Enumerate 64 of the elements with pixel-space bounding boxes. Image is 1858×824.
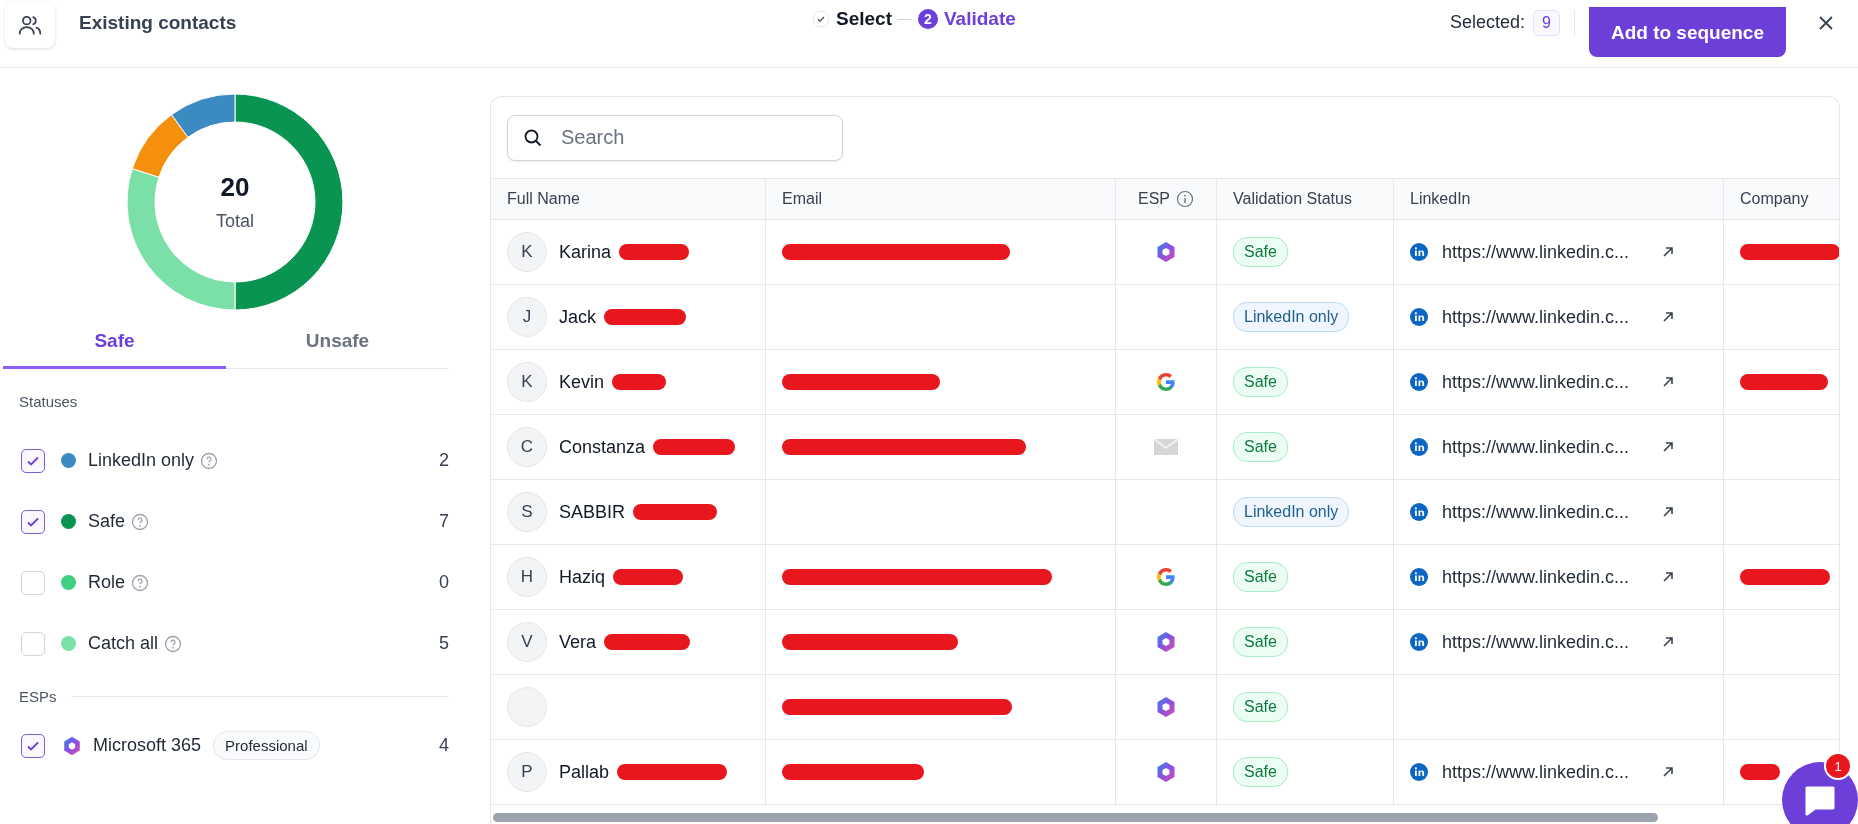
column-header: ESP (1138, 190, 1170, 208)
linkedin-link[interactable]: https://www.linkedin.c... (1442, 501, 1630, 523)
filter-tab[interactable]: Safe (3, 318, 226, 369)
selected-count: 9 (1533, 9, 1560, 36)
avatar: K (507, 232, 547, 272)
avatar: S (507, 492, 547, 532)
contact-name: SABBIR (559, 501, 626, 523)
status-badge: Safe (1233, 367, 1288, 397)
section-heading: Statuses (19, 393, 79, 410)
status-count: 5 (439, 633, 449, 654)
total-label: Total (216, 211, 254, 232)
contact-name: Jack (559, 306, 596, 328)
contact-name: Vera (559, 631, 597, 653)
avatar: V (507, 622, 547, 662)
status-count: 7 (439, 511, 449, 532)
column-header: Validation Status (1233, 190, 1352, 208)
column-header: Email (782, 190, 822, 208)
linkedin-link[interactable]: https://www.linkedin.c... (1442, 436, 1630, 458)
status-badge: Safe (1233, 757, 1288, 787)
linkedin-link[interactable]: https://www.linkedin.c... (1442, 371, 1630, 393)
add-to-sequence-button[interactable]: Add to sequence (1588, 6, 1786, 57)
contact-name: Kevin (559, 371, 605, 393)
status-badge: Safe (1233, 237, 1288, 267)
linkedin-link[interactable]: https://www.linkedin.c... (1442, 566, 1630, 588)
status-label: Catch all (88, 633, 159, 654)
column-header: Company (1740, 190, 1809, 208)
esp-count: 4 (439, 735, 449, 756)
filter-tab[interactable]: Unsafe (226, 318, 449, 369)
status-badge: Safe (1233, 627, 1288, 657)
linkedin-link[interactable]: https://www.linkedin.c... (1442, 306, 1630, 328)
linkedin-link[interactable]: https://www.linkedin.c... (1442, 761, 1630, 783)
avatar: K (507, 362, 547, 402)
linkedin-link[interactable]: https://www.linkedin.c... (1442, 241, 1630, 263)
avatar: H (507, 557, 547, 597)
esp-label: Microsoft 365 (93, 735, 202, 756)
column-header: Full Name (507, 190, 580, 208)
contact-name: Pallab (559, 761, 610, 783)
search-field[interactable]: Search (507, 114, 843, 161)
notification-badge: 1 (1824, 752, 1852, 780)
contact-name: Constanza (559, 436, 646, 458)
avatar: J (507, 297, 547, 337)
plan-badge: Professional (213, 731, 320, 760)
status-badge: Safe (1233, 562, 1288, 592)
page-title: Existing contacts (79, 11, 237, 34)
linkedin-link[interactable]: https://www.linkedin.c... (1442, 631, 1630, 653)
avatar: C (507, 427, 547, 467)
contact-name: Karina (559, 241, 612, 263)
avatar: P (507, 752, 547, 792)
step[interactable]: Select (812, 8, 892, 30)
status-badge: LinkedIn only (1233, 302, 1350, 332)
status-badge: Safe (1233, 432, 1288, 462)
step[interactable]: 2 Validate (918, 8, 1016, 30)
status-label: Role (88, 572, 126, 593)
total-count: 20 (220, 172, 250, 203)
status-badge: LinkedIn only (1233, 497, 1350, 527)
status-count: 0 (439, 572, 449, 593)
status-label: LinkedIn only (88, 450, 195, 471)
status-label: Safe (88, 511, 126, 532)
contact-name: Haziq (559, 566, 606, 588)
status-badge: Safe (1233, 692, 1288, 722)
column-header: LinkedIn (1410, 190, 1471, 208)
status-count: 2 (439, 450, 449, 471)
section-heading: ESPs (19, 688, 57, 705)
selected-label: Selected: (1449, 12, 1525, 33)
